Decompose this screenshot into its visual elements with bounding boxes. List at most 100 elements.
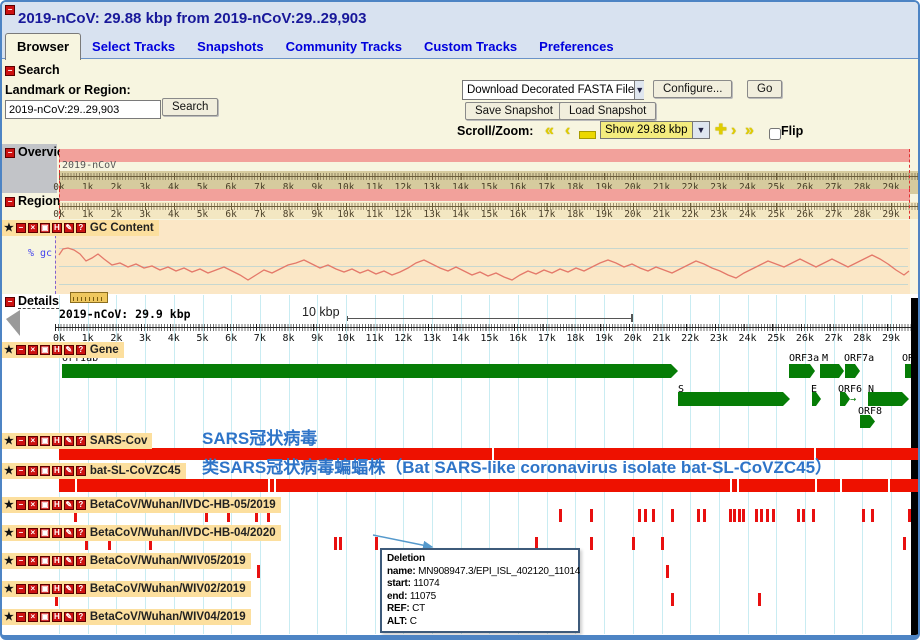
favorite-icon[interactable]: ★ — [4, 612, 14, 623]
share-icon[interactable]: H — [52, 223, 62, 233]
edit-icon[interactable]: ✎ — [64, 466, 74, 476]
variant-tick[interactable] — [797, 509, 800, 522]
collapse-icon[interactable]: − — [16, 500, 26, 510]
configure-icon[interactable]: ▣ — [40, 528, 50, 538]
load-snapshot-button[interactable]: Load Snapshot — [559, 102, 656, 120]
variant-tick[interactable] — [671, 593, 674, 606]
pan-left-arrow[interactable] — [6, 310, 20, 336]
variant-tick[interactable] — [632, 537, 635, 550]
tab-browser[interactable]: Browser — [5, 33, 81, 60]
variant-tick[interactable] — [729, 509, 732, 522]
favorite-icon[interactable]: ★ — [4, 584, 14, 595]
search-collapse-icon[interactable]: − — [5, 66, 15, 76]
window-collapse-icon[interactable]: − — [5, 5, 15, 15]
collapse-icon[interactable]: − — [16, 223, 26, 233]
configure-icon[interactable]: ▣ — [40, 436, 50, 446]
region-collapse-icon[interactable]: − — [5, 197, 15, 207]
configure-icon[interactable]: ▣ — [40, 500, 50, 510]
collapse-icon[interactable]: − — [16, 436, 26, 446]
zoom-out-icon[interactable] — [579, 131, 596, 139]
variant-tick[interactable] — [755, 509, 758, 522]
save-snapshot-button[interactable]: Save Snapshot — [465, 102, 563, 120]
help-icon[interactable]: ? — [76, 528, 86, 538]
close-icon[interactable]: × — [28, 223, 38, 233]
variant-tick[interactable] — [559, 509, 562, 522]
favorite-icon[interactable]: ★ — [4, 223, 14, 234]
go-button[interactable]: Go — [747, 80, 782, 98]
collapse-icon[interactable]: − — [16, 556, 26, 566]
close-icon[interactable]: × — [28, 612, 38, 622]
variant-tick[interactable] — [862, 509, 865, 522]
collapse-icon[interactable]: − — [16, 612, 26, 622]
overview-highlight-band[interactable] — [59, 149, 910, 162]
edit-icon[interactable]: ✎ — [64, 584, 74, 594]
favorite-icon[interactable]: ★ — [4, 466, 14, 477]
variant-tick[interactable] — [590, 509, 593, 522]
variant-tick[interactable] — [742, 509, 745, 522]
close-icon[interactable]: × — [28, 500, 38, 510]
configure-icon[interactable]: ▣ — [40, 556, 50, 566]
help-icon[interactable]: ? — [76, 500, 86, 510]
close-icon[interactable]: × — [28, 584, 38, 594]
variant-tick[interactable] — [766, 509, 769, 522]
configure-button[interactable]: Configure... — [653, 80, 732, 98]
favorite-icon[interactable]: ★ — [4, 436, 14, 447]
configure-icon[interactable]: ▣ — [40, 466, 50, 476]
scroll-left-icon[interactable]: ‹ — [565, 124, 570, 138]
region-ruler[interactable]: 0k1k2k3k4k5k6k7k8k9k10k11k12k13k14k15k16… — [59, 202, 920, 219]
gene-glyph-ORF3a[interactable] — [789, 364, 815, 378]
landmark-input[interactable] — [5, 100, 161, 119]
variant-tick[interactable] — [760, 509, 763, 522]
variant-tick[interactable] — [758, 593, 761, 606]
variant-tick[interactable] — [638, 509, 641, 522]
variant-tick[interactable] — [802, 509, 805, 522]
close-icon[interactable]: × — [28, 345, 38, 355]
share-icon[interactable]: H — [52, 466, 62, 476]
region-highlight-band[interactable] — [59, 189, 910, 201]
variant-tick[interactable] — [590, 537, 593, 550]
edit-icon[interactable]: ✎ — [64, 556, 74, 566]
variant-tick[interactable] — [661, 537, 664, 550]
tab-snapshots[interactable]: Snapshots — [186, 34, 274, 60]
configure-icon[interactable]: ▣ — [40, 612, 50, 622]
variant-tick[interactable] — [903, 537, 906, 550]
variant-tick[interactable] — [652, 509, 655, 522]
share-icon[interactable]: H — [52, 345, 62, 355]
favorite-icon[interactable]: ★ — [4, 345, 14, 356]
variant-tick[interactable] — [697, 509, 700, 522]
favorite-icon[interactable]: ★ — [4, 528, 14, 539]
scroll-far-right-icon[interactable]: » — [745, 124, 754, 138]
tab-community-tracks[interactable]: Community Tracks — [275, 34, 413, 60]
edit-icon[interactable]: ✎ — [64, 436, 74, 446]
collapse-icon[interactable]: − — [16, 345, 26, 355]
share-icon[interactable]: H — [52, 612, 62, 622]
configure-icon[interactable]: ▣ — [40, 223, 50, 233]
gene-glyph-orf1ab[interactable] — [62, 364, 678, 378]
variant-tick[interactable] — [908, 509, 911, 522]
share-icon[interactable]: H — [52, 436, 62, 446]
close-icon[interactable]: × — [28, 466, 38, 476]
edit-icon[interactable]: ✎ — [64, 345, 74, 355]
search-button[interactable]: Search — [162, 98, 218, 116]
variant-tick[interactable] — [644, 509, 647, 522]
gene-glyph-M[interactable] — [820, 364, 844, 378]
help-icon[interactable]: ? — [76, 223, 86, 233]
variant-tick[interactable] — [733, 509, 736, 522]
variant-tick[interactable] — [334, 537, 337, 550]
close-icon[interactable]: × — [28, 528, 38, 538]
gene-glyph-S[interactable] — [678, 392, 790, 406]
favorite-icon[interactable]: ★ — [4, 500, 14, 511]
zoom-span-select[interactable]: Show 29.88 kbp ▼ — [600, 121, 710, 139]
help-icon[interactable]: ? — [76, 612, 86, 622]
share-icon[interactable]: H — [52, 528, 62, 538]
variant-tick[interactable] — [772, 509, 775, 522]
help-icon[interactable]: ? — [76, 345, 86, 355]
tab-custom-tracks[interactable]: Custom Tracks — [413, 34, 528, 60]
collapse-icon[interactable]: − — [16, 528, 26, 538]
help-icon[interactable]: ? — [76, 436, 86, 446]
alignment-bar[interactable] — [59, 479, 920, 492]
collapse-icon[interactable]: − — [16, 584, 26, 594]
edit-icon[interactable]: ✎ — [64, 612, 74, 622]
edit-icon[interactable]: ✎ — [64, 223, 74, 233]
favorite-icon[interactable]: ★ — [4, 556, 14, 567]
